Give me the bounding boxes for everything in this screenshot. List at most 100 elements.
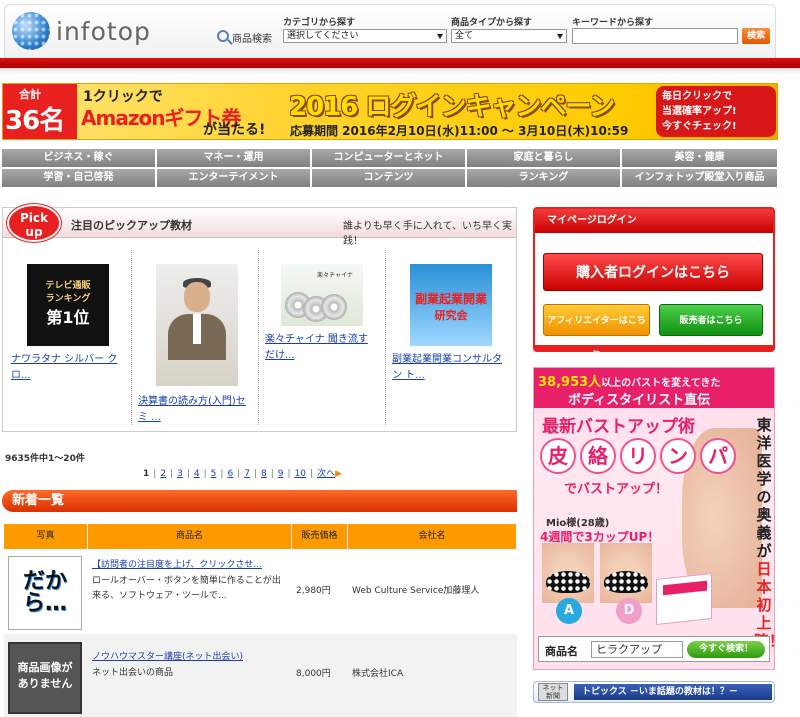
product-name-link[interactable]: ノウハウマスター講座(ネット出会い): [92, 650, 288, 665]
header-red-bar: [0, 58, 800, 68]
pickup-item: 副業起業開業 研究会 副業起業開業コンサルタン ト...: [388, 250, 512, 425]
topics-bar[interactable]: ネット 新聞 トピックス －いま話題の教材は！？－: [533, 681, 775, 703]
ad-search-bar: 商品名 ヒラクアップ 今すぐ検索！: [538, 636, 770, 662]
product-price: 8,000円: [296, 669, 331, 679]
pickup-item-link[interactable]: 楽々チャイナ 聞き流すだけ...: [265, 332, 377, 364]
page-link[interactable]: 5: [211, 469, 217, 479]
banner-campaign-title: 2016 ログインキャンペーン: [289, 92, 615, 122]
page-link[interactable]: 8: [261, 469, 267, 479]
chevron-down-icon: [437, 34, 443, 39]
banner-period: 応募期間 2016年2月10日(水)11:00 ～ 3月10日(木)10:59: [290, 124, 629, 138]
buyer-login-button[interactable]: 購入者ログインはこちら: [543, 253, 763, 291]
banner-cta-button[interactable]: 毎日クリックで 当選確率アップ! 今すぐチェック!: [656, 86, 776, 137]
ad-search-input[interactable]: ヒラクアップ: [591, 641, 683, 658]
nav-item-contents[interactable]: コンテンツ: [312, 169, 466, 187]
page-link[interactable]: 4: [194, 469, 200, 479]
column-header-name: 商品名: [88, 524, 292, 549]
page-link[interactable]: 10: [295, 469, 306, 479]
ad-model-before: [542, 543, 594, 603]
pickup-item-link[interactable]: ナワラタナ シルバー クロ...: [11, 352, 123, 384]
site-logo[interactable]: infotop: [12, 12, 151, 50]
topics-label: トピックス －いま話題の教材は！？－: [574, 684, 772, 700]
search-button[interactable]: 検索: [742, 28, 770, 44]
pickup-thumbnail[interactable]: 副業起業開業 研究会: [410, 264, 492, 346]
nav-item-home[interactable]: 家庭と暮らし: [467, 149, 621, 167]
product-company: 株式会社ICA: [352, 669, 404, 679]
type-select[interactable]: 全て: [451, 29, 567, 43]
pickup-item-link[interactable]: 決算書の読み方(入門)セミ ...: [138, 394, 254, 426]
nav-item-ranking[interactable]: ランキング: [467, 169, 621, 187]
ad-circle: 皮: [540, 438, 576, 474]
nav-item-business[interactable]: ビジネス・稼ぐ: [2, 149, 156, 167]
column-header-company: 会社名: [348, 524, 517, 549]
page-link[interactable]: 7: [244, 469, 250, 479]
product-thumbnail[interactable]: だから…: [8, 556, 82, 630]
pickup-badge-line1: Pick: [19, 211, 48, 225]
bust-up-ad[interactable]: 38,953人以上のバストを変えてきた ボディスタイリスト直伝 最新バストアップ…: [533, 367, 775, 670]
page-link[interactable]: 6: [227, 469, 233, 479]
keyword-input[interactable]: [572, 28, 738, 44]
mypage-title: マイページログイン: [535, 209, 773, 233]
pickup-item: 決算書の読み方(入門)セミ ...: [134, 250, 259, 425]
search-icon: [217, 30, 229, 42]
chevron-down-icon: [557, 34, 563, 39]
ad-testimonial-name: Mio様(28歳): [546, 518, 610, 529]
category-nav: ビジネス・稼ぐ マネー・運用 コンピューターとネット 家庭と暮らし 美容・健康 …: [2, 149, 778, 189]
nav-item-money[interactable]: マネー・運用: [157, 149, 311, 167]
thumb-text: ランキング: [45, 294, 91, 304]
nav-item-entertainment[interactable]: エンターテイメント: [157, 169, 311, 187]
thumb-text: 副業起業開業: [414, 292, 487, 306]
product-thumbnail[interactable]: 商品画像が ありません: [8, 642, 82, 714]
product-name-link[interactable]: 【訪問者の注目度を上げ、クリックさせ...: [92, 558, 288, 573]
pickup-item: テレビ通販 ランキング 第1位 ナワラタナ シルバー クロ...: [7, 250, 132, 425]
chevron-right-icon: ▶: [335, 469, 342, 479]
page-current: 1: [143, 469, 150, 479]
banner-win-text: が当たる!: [203, 122, 266, 138]
newspaper-icon: ネット 新聞: [538, 683, 568, 701]
pickup-thumbnail[interactable]: [156, 264, 238, 386]
product-description: ロールオーバー・ボタンを簡単に作ることが出来る、ソフトウェア・ツールで...: [92, 576, 281, 601]
bikini: [546, 571, 590, 593]
mypage-bottom-bar: [535, 345, 773, 350]
ad-top-number: 38,953人: [538, 375, 602, 390]
banner-cta-line3: 今すぐチェック!: [662, 121, 737, 132]
page-link[interactable]: 2: [160, 469, 166, 479]
banner-total-big: 36名: [5, 106, 65, 136]
ad-top-line2: ボディスタイリスト直伝: [568, 393, 711, 408]
nav-item-learning[interactable]: 学習・自己啓発: [2, 169, 156, 187]
thumb-text: ありません: [17, 677, 73, 690]
next-page-link[interactable]: 次へ: [317, 469, 335, 479]
pickup-thumbnail[interactable]: 楽々チャイナ: [281, 264, 363, 326]
page-link[interactable]: 3: [177, 469, 183, 479]
ad-search-label: 商品名: [545, 645, 578, 658]
pickup-thumbnail[interactable]: テレビ通販 ランキング 第1位: [27, 264, 109, 346]
table-row: 商品画像が ありません ノウハウマスター講座(ネット出会い) ネット出会いの商品…: [4, 634, 517, 717]
pickup-item-link[interactable]: 副業起業開業コンサルタン ト...: [392, 352, 508, 384]
affiliate-login-button[interactable]: アフィリエイターはこちら: [543, 304, 650, 358]
ad-search-button[interactable]: 今すぐ検索！: [687, 641, 765, 658]
category-select[interactable]: 選択してください: [283, 29, 447, 43]
nav-item-computer[interactable]: コンピューターとネット: [312, 149, 466, 167]
pickup-title: 注目のピックアップ教材: [71, 219, 192, 232]
nav-item-hall-of-fame[interactable]: インフォトップ殿堂入り商品: [622, 169, 778, 187]
page-link[interactable]: 9: [278, 469, 284, 479]
ad-vertical-1: 東洋医学の奥義が: [756, 416, 772, 560]
nav-item-beauty[interactable]: 美容・健康: [622, 149, 778, 167]
bikini: [604, 571, 648, 593]
thumb-text: 商品画像が: [17, 661, 73, 674]
person-tie: [193, 314, 201, 344]
product-company: Web Culture Service加藤理人: [352, 586, 480, 596]
category-select-value: 選択してください: [287, 31, 359, 41]
banner-total-box: 合計 36名: [3, 84, 77, 139]
campaign-banner[interactable]: 合計 36名 1クリックで Amazonギフト券 が当たる! 2016 ログイン…: [2, 83, 778, 140]
thumb-text: テレビ通販: [45, 281, 91, 291]
ad-model-after: [600, 543, 652, 603]
mypage-login-box: マイページログイン 購入者ログインはこちら アフィリエイターはこちら 販売者はこ…: [533, 207, 775, 358]
ad-circle: ン: [660, 438, 696, 474]
person-face: [184, 282, 210, 312]
ad-product-image: [656, 573, 712, 625]
seller-login-button[interactable]: 販売者はこちら: [659, 304, 763, 336]
product-description: ネット出会いの商品: [92, 668, 174, 678]
column-header-photo: 写真: [4, 524, 88, 549]
type-label: 商品タイプから探す: [451, 18, 533, 28]
